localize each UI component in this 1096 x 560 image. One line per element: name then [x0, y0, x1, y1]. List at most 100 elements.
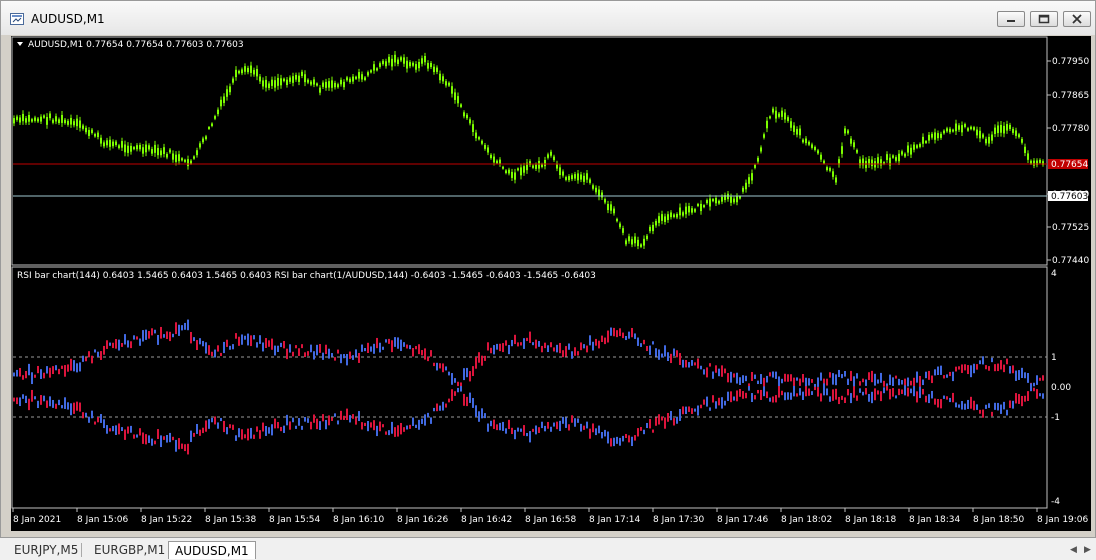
- rsi-bar-lower: [157, 429, 159, 440]
- candle-body: [100, 137, 102, 144]
- title-bar[interactable]: AUDUSD,M1: [1, 1, 1095, 35]
- tab-audusd-m1[interactable]: AUDUSD,M1: [168, 541, 256, 559]
- tab-eurjpy-m5[interactable]: EURJPY,M5: [8, 541, 84, 559]
- rsi-bar-upper: [100, 351, 102, 360]
- rsi-bar-lower: [931, 390, 933, 399]
- chart-area[interactable]: AUDUSD,M1 0.77654 0.77654 0.77603 0.7760…: [11, 36, 1091, 531]
- minimize-button[interactable]: [997, 11, 1025, 27]
- candle-body: [769, 116, 771, 119]
- candle-body: [64, 119, 66, 124]
- rsi-bar-lower: [508, 419, 510, 430]
- rsi-bar-lower: [385, 431, 387, 435]
- candle-body: [922, 136, 924, 144]
- rsi-bar-lower: [979, 409, 981, 414]
- rsi-bar-upper: [931, 375, 933, 384]
- candle-body: [439, 73, 441, 81]
- candle-body: [460, 104, 462, 107]
- rsi-bar-lower: [481, 408, 483, 419]
- rsi-bar-lower: [550, 426, 552, 432]
- rsi-bar-lower: [1003, 401, 1005, 410]
- rsi-bar-upper: [856, 373, 858, 379]
- close-button[interactable]: [1063, 11, 1091, 27]
- rsi-bar-lower: [655, 417, 657, 426]
- tabs-scroll-left-icon[interactable]: ◀: [1070, 545, 1077, 555]
- rsi-bar-lower: [856, 395, 858, 401]
- rsi-bar-upper: [40, 369, 42, 379]
- rsi-bar-lower: [802, 391, 804, 400]
- rsi-bar-upper: [817, 377, 819, 387]
- rsi-bar-upper: [898, 378, 900, 386]
- rsi-bar-lower: [910, 388, 912, 394]
- rsi-bar-lower: [49, 396, 51, 407]
- rsi-bar-upper: [955, 366, 957, 372]
- candle-body: [865, 160, 867, 169]
- tabs-scroll-right-icon[interactable]: ▶: [1084, 545, 1091, 555]
- candle-body: [934, 132, 936, 140]
- rsi-bar-lower: [1015, 393, 1017, 404]
- rsi-bar-lower: [211, 417, 213, 423]
- candle-body: [814, 146, 816, 150]
- candle-body: [283, 78, 285, 82]
- candle-body: [502, 166, 504, 169]
- rsi-bar-lower: [361, 422, 363, 430]
- candle-body: [799, 128, 801, 136]
- rsi-bar-upper: [727, 373, 729, 383]
- rsi-bar-lower: [376, 425, 378, 437]
- candle-body: [415, 63, 417, 70]
- price-tick-label: 0.77440: [1052, 256, 1089, 266]
- candle-body: [403, 57, 405, 64]
- rsi-bar-lower: [943, 395, 945, 399]
- candle-body: [532, 165, 534, 168]
- rsi-bar-lower: [895, 395, 897, 399]
- candle-body: [1015, 130, 1017, 136]
- rsi-bar-upper: [250, 335, 252, 347]
- rsi-bar-upper: [277, 345, 279, 352]
- rsi-bar-upper: [610, 327, 612, 336]
- rsi-bar-upper: [115, 339, 117, 349]
- candle-body: [232, 78, 234, 83]
- rsi-bar-upper: [265, 338, 267, 349]
- rsi-bar-lower: [877, 390, 879, 395]
- rsi-bar-upper: [154, 329, 156, 334]
- rsi-bar-upper: [994, 364, 996, 372]
- rsi-bar-upper: [85, 357, 87, 362]
- candle-body: [847, 130, 849, 134]
- candle-body: [616, 218, 618, 222]
- rsi-bar-upper: [592, 341, 594, 351]
- rsi-bar-lower: [256, 426, 258, 432]
- candle-body: [643, 238, 645, 246]
- candle-body: [163, 147, 165, 154]
- rsi-bar-upper: [310, 344, 312, 353]
- rsi-bar-upper: [274, 345, 276, 356]
- rsi-bar-lower: [175, 439, 177, 452]
- candle-body: [31, 119, 33, 122]
- time-tick-label: 8 Jan 2021: [13, 515, 61, 525]
- rsi-bar-lower: [76, 401, 78, 411]
- candle-body: [55, 116, 57, 122]
- candle-body: [733, 198, 735, 203]
- candle-body: [718, 200, 720, 204]
- rsi-bar-upper: [160, 326, 162, 339]
- collapse-arrow-icon[interactable]: [17, 42, 23, 46]
- rsi-bar-upper: [475, 356, 477, 369]
- rsi-bar-lower: [280, 426, 282, 432]
- rsi-bar-lower: [358, 411, 360, 422]
- rsi-bar-upper: [844, 371, 846, 377]
- rsi-bar-lower: [490, 420, 492, 427]
- candle-body: [664, 216, 666, 222]
- tab-eurgbp-m1[interactable]: EURGBP,M1: [88, 541, 171, 559]
- price-tick-label: 0.77950: [1052, 57, 1089, 67]
- candle-body: [964, 124, 966, 127]
- rsi-bar-upper: [1021, 367, 1023, 378]
- candle-body: [244, 66, 246, 72]
- candle-body: [361, 74, 363, 80]
- candle-body: [181, 158, 183, 161]
- candle-body: [40, 116, 42, 122]
- candle-body: [928, 134, 930, 141]
- rsi-bar-lower: [874, 388, 876, 401]
- chart-canvas[interactable]: AUDUSD,M1 0.77654 0.77654 0.77603 0.7760…: [11, 36, 1091, 531]
- rsi-bar-upper: [619, 328, 621, 337]
- candle-body: [619, 223, 621, 228]
- rsi-bar-lower: [988, 403, 990, 408]
- maximize-button[interactable]: [1030, 11, 1058, 27]
